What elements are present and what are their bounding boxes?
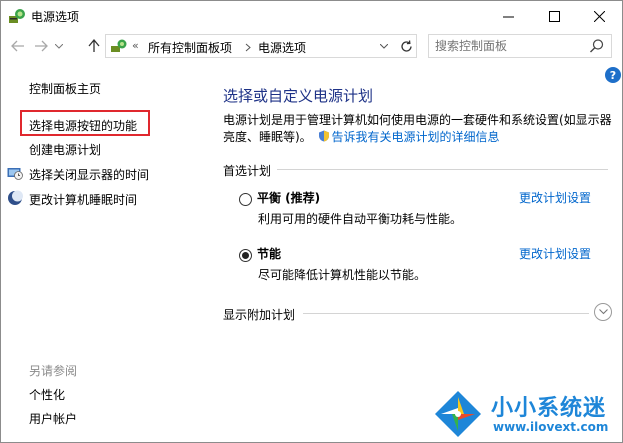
refresh-icon: [400, 39, 412, 52]
chevron-down-icon: [598, 309, 608, 315]
power-saver-change-settings-link[interactable]: 更改计划设置: [519, 245, 591, 262]
expand-additional-plans-button[interactable]: [594, 303, 612, 321]
sidebar-control-panel-home[interactable]: 控制面板主页: [29, 80, 101, 97]
preferred-plans-heading: 首选计划: [223, 164, 272, 178]
close-button[interactable]: [576, 1, 622, 31]
arrow-left-icon: [11, 40, 24, 52]
watermark: 小小系统迷 www.ilovext.com: [431, 387, 621, 441]
show-additional-plans-heading[interactable]: 显示附加计划: [223, 306, 295, 323]
sidebar-item-display-off-time[interactable]: 选择关闭显示器的时间: [29, 166, 149, 183]
balanced-plan-name[interactable]: 平衡 (推荐): [257, 189, 320, 206]
section-divider: [277, 169, 608, 170]
breadcrumb-separator-icon[interactable]: [245, 43, 251, 52]
monitor-clock-icon: [7, 168, 23, 180]
navigation-bar: « 所有控制面板项 电源选项: [1, 31, 622, 63]
window-title: 电源选项: [31, 10, 80, 24]
search-input[interactable]: [435, 38, 585, 54]
main-content: 选择或自定义电源计划 电源计划是用于管理计算机如何使用电源的一套硬件和系统设置(…: [223, 63, 618, 443]
balanced-plan-radio[interactable]: [239, 193, 252, 206]
watermark-logo-icon: [435, 391, 481, 437]
power-options-window: 电源选项 « 所有控制面板项 电源选项 搜索控制面板 ? 控制面板主页 选择电源…: [0, 0, 623, 443]
section-divider: [303, 313, 589, 314]
power-saver-plan-name[interactable]: 节能: [257, 245, 281, 262]
sidebar-item-create-power-plan[interactable]: 创建电源计划: [29, 141, 101, 158]
maximize-icon: [548, 10, 560, 22]
chevron-down-icon: [55, 43, 63, 49]
see-also-personalization[interactable]: 个性化: [29, 386, 65, 403]
shield-icon: [318, 130, 329, 142]
recent-locations-dropdown[interactable]: [52, 35, 66, 57]
page-description: 电源计划是用于管理计算机如何使用电源的一套硬件和系统设置(如显示器亮度、睡眠等)…: [223, 112, 616, 146]
breadcrumb-power-options[interactable]: 电源选项: [258, 39, 306, 56]
sidebar-item-power-button-functions[interactable]: 选择电源按钮的功能: [29, 117, 137, 134]
moon-icon: [8, 190, 23, 205]
power-options-app-icon: [9, 9, 25, 23]
arrow-right-icon: [35, 40, 48, 52]
refresh-button[interactable]: [396, 36, 416, 56]
balanced-plan-description: 利用可用的硬件自动平衡功耗与性能。: [258, 212, 463, 226]
watermark-url: www.ilovext.com: [493, 420, 609, 434]
up-button[interactable]: [83, 35, 105, 57]
power-saver-plan-radio[interactable]: [239, 249, 252, 262]
search-icon[interactable]: [589, 38, 605, 54]
sidebar: 控制面板主页 选择电源按钮的功能 创建电源计划 选择关闭显示器的时间 更改计算机…: [1, 63, 201, 443]
address-bar[interactable]: « 所有控制面板项 电源选项: [105, 34, 417, 58]
forward-button[interactable]: [30, 35, 52, 57]
search-box[interactable]: [428, 34, 612, 58]
address-overflow-chevron[interactable]: «: [132, 39, 139, 52]
learn-more-link[interactable]: 告诉我有关电源计划的详细信息: [332, 130, 500, 144]
arrow-up-icon: [88, 39, 100, 52]
minimize-icon: [502, 16, 514, 17]
minimize-button[interactable]: [485, 1, 531, 31]
watermark-name: 小小系统迷: [491, 396, 607, 421]
title-bar: 电源选项: [1, 1, 622, 31]
page-title: 选择或自定义电源计划: [223, 87, 374, 105]
power-saver-plan-description: 尽可能降低计算机性能以节能。: [258, 268, 427, 282]
sidebar-item-computer-sleep-time[interactable]: 更改计算机睡眠时间: [29, 191, 137, 208]
maximize-button[interactable]: [531, 1, 577, 31]
close-icon: [593, 10, 605, 22]
back-button[interactable]: [7, 35, 29, 57]
breadcrumb-all-control-panel-items[interactable]: 所有控制面板项: [148, 39, 232, 56]
address-dropdown-icon[interactable]: [380, 44, 388, 49]
see-also-user-accounts[interactable]: 用户帐户: [29, 410, 77, 427]
see-also-heading: 另请参阅: [29, 364, 78, 378]
control-panel-icon: [111, 39, 127, 52]
balanced-change-settings-link[interactable]: 更改计划设置: [519, 189, 591, 206]
